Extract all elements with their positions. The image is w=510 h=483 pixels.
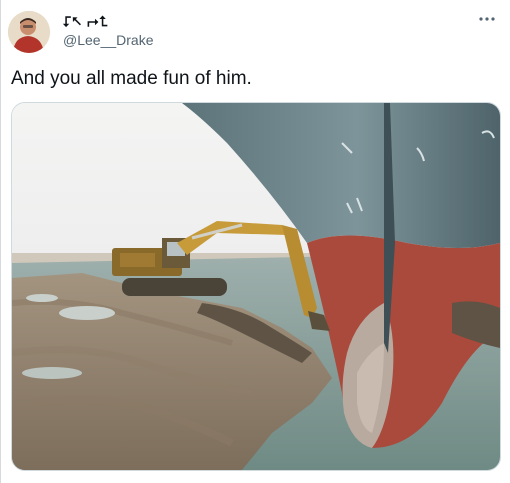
- more-options-button[interactable]: [476, 10, 498, 28]
- tweet-media[interactable]: [11, 102, 501, 471]
- avatar-image: [8, 11, 50, 53]
- tweet-text: And you all made fun of him.: [11, 68, 252, 89]
- display-name[interactable]: ⮦⭦ ⮣⮤: [63, 13, 109, 30]
- media-photo: [12, 103, 500, 470]
- tweet-card[interactable]: ⮦⭦ ⮣⮤ @Lee__Drake And you all made fun o…: [0, 0, 510, 483]
- user-handle[interactable]: @Lee__Drake: [63, 32, 154, 48]
- avatar[interactable]: [8, 11, 50, 53]
- ellipsis-icon: [479, 17, 495, 21]
